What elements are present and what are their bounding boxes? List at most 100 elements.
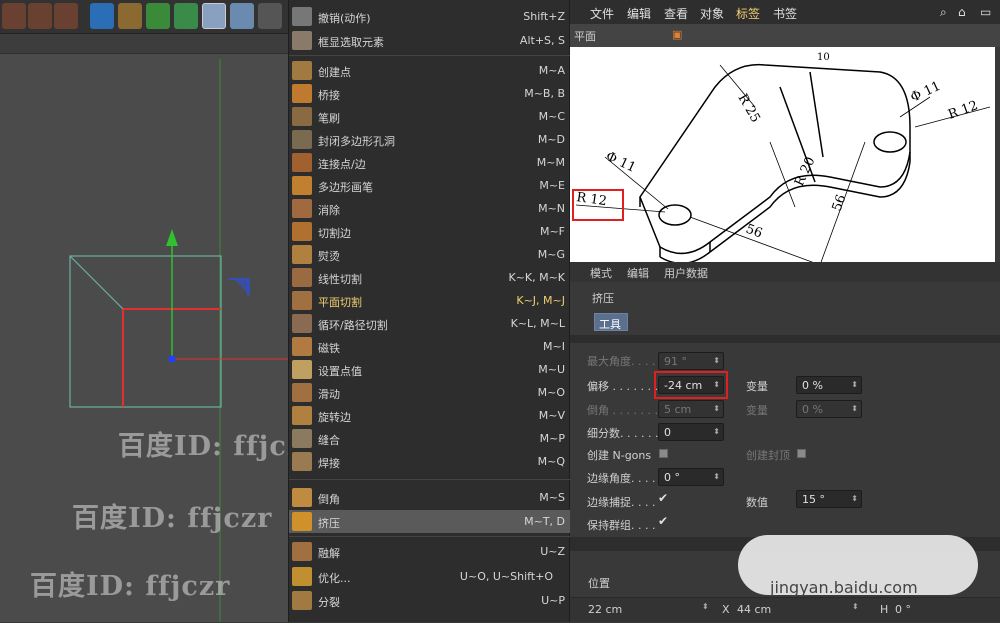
dimension-phi11-left: Φ 11 bbox=[603, 149, 638, 176]
clapper-settings-icon[interactable] bbox=[54, 3, 78, 29]
menu-item-stitch[interactable]: 缝合 M~P bbox=[289, 427, 571, 450]
value-field[interactable]: 15 ° ⬍ bbox=[796, 490, 862, 508]
coordinates-bar: 22 cm ⬍ X 44 cm ⬍ H 0 ° bbox=[570, 597, 1000, 622]
variance2-label: 变量 bbox=[746, 404, 768, 417]
menu-object[interactable]: 对象 bbox=[700, 5, 724, 22]
plane-cut-icon bbox=[292, 291, 312, 310]
menu-separator bbox=[289, 479, 571, 480]
offset-highlight bbox=[654, 371, 728, 399]
x-position-value[interactable]: 22 cm bbox=[588, 603, 622, 623]
edge-angle-label: 边缘角度. . . . bbox=[587, 472, 656, 485]
max-angle-label: 最大角度. . . . bbox=[587, 355, 656, 368]
section-divider bbox=[570, 335, 1000, 343]
clapper-play-icon[interactable] bbox=[28, 3, 52, 29]
clapper-icon[interactable] bbox=[2, 3, 26, 29]
dimension-r25: R 25 bbox=[735, 92, 763, 126]
pen-icon[interactable] bbox=[118, 3, 142, 29]
tab-edit[interactable]: 编辑 bbox=[627, 265, 649, 281]
dimension-r20: R 20 bbox=[792, 155, 818, 189]
menu-tags[interactable]: 标签 bbox=[736, 5, 760, 22]
gear-icon[interactable] bbox=[174, 3, 198, 29]
menu-item-frame-selected[interactable]: 框显选取元素 Alt+S, S bbox=[289, 29, 571, 52]
menu-item-plane-cut[interactable]: 平面切割 K~J, M~J bbox=[289, 289, 571, 312]
menu-item-line-cut[interactable]: 线性切割 K~K, M~K bbox=[289, 266, 571, 289]
menu-item-connect-points-edges[interactable]: 连接点/边 M~M bbox=[289, 151, 571, 174]
menu-item-spin-edge[interactable]: 旋转边 M~V bbox=[289, 404, 571, 427]
3d-viewport[interactable]: 百度ID: ffjczr 百度ID: ffjczr 百度ID: ffjczr bbox=[0, 34, 317, 622]
frame-icon bbox=[292, 31, 312, 50]
loop-cut-icon bbox=[292, 314, 312, 333]
knife-icon bbox=[292, 268, 312, 287]
menu-item-melt[interactable]: 融解 U~Z bbox=[289, 540, 571, 563]
search-icon[interactable]: ⌕ bbox=[940, 5, 947, 20]
menu-item-split[interactable]: 分裂 U~P bbox=[289, 589, 571, 612]
close-hole-icon bbox=[292, 130, 312, 149]
floor-icon[interactable] bbox=[230, 3, 254, 29]
cube-icon[interactable] bbox=[90, 3, 114, 29]
subdivision-icon[interactable] bbox=[146, 3, 170, 29]
checker-icon[interactable]: ▣ bbox=[672, 28, 682, 41]
menu-item-weld[interactable]: 焊接 M~Q bbox=[289, 450, 571, 473]
menu-item-magnet[interactable]: 磁铁 M~I bbox=[289, 335, 571, 358]
menu-item-close-polygon-hole[interactable]: 封闭多边形孔洞 M~D bbox=[289, 128, 571, 151]
menu-edit[interactable]: 编辑 bbox=[627, 5, 651, 22]
home-icon[interactable]: ⌂ bbox=[958, 5, 966, 19]
variance2-field[interactable]: 0 % ⬍ bbox=[796, 400, 862, 418]
tab-tool[interactable]: 工具 bbox=[594, 313, 628, 331]
tab-user-data[interactable]: 用户数据 bbox=[664, 265, 708, 281]
variance-label: 变量 bbox=[746, 380, 768, 393]
optimize-icon bbox=[292, 567, 312, 586]
menu-item-bevel[interactable]: 倒角 M~S bbox=[289, 486, 571, 509]
menu-item-dissolve[interactable]: 消除 M~N bbox=[289, 197, 571, 220]
menu-item-bridge[interactable]: 桥接 M~B, B bbox=[289, 82, 571, 105]
x-axis-label: X bbox=[722, 603, 730, 616]
view-tab-plane[interactable]: 平面 bbox=[574, 28, 596, 44]
menu-item-loop-path-cut[interactable]: 循环/路径切割 K~L, M~L bbox=[289, 312, 571, 335]
preserve-groups-label: 保持群组. . . . bbox=[587, 519, 656, 532]
y-position-value[interactable]: 44 cm bbox=[737, 603, 771, 623]
create-caps-checkbox[interactable] bbox=[797, 449, 806, 458]
variance-field[interactable]: 0 % ⬍ bbox=[796, 376, 862, 394]
iron-icon bbox=[292, 245, 312, 264]
top-toolbar bbox=[0, 0, 288, 34]
watermark: 百度ID: ffjczr bbox=[30, 571, 231, 602]
edge-snap-checkbox[interactable]: ✔ bbox=[658, 491, 668, 505]
subdivision-field[interactable]: 0 ⬍ bbox=[658, 423, 724, 441]
menu-item-extrude[interactable]: 挤压 M~T, D bbox=[289, 510, 571, 533]
menu-item-polygon-pen[interactable]: 多边形画笔 M~E bbox=[289, 174, 571, 197]
menu-view[interactable]: 查看 bbox=[664, 5, 688, 22]
edge-angle-field[interactable]: 0 ° ⬍ bbox=[658, 468, 724, 486]
bevel-field[interactable]: 5 cm ⬍ bbox=[658, 400, 724, 418]
extrude-icon bbox=[292, 512, 312, 531]
menu-item-slide[interactable]: 滑动 M~O bbox=[289, 381, 571, 404]
watermark-site: jingyan.baidu.com bbox=[770, 578, 918, 597]
menu-file[interactable]: 文件 bbox=[590, 5, 614, 22]
menu-item-optimize[interactable]: 优化... U~O, U~Shift+O bbox=[289, 565, 571, 588]
menu-separator bbox=[289, 55, 571, 56]
max-angle-field[interactable]: 91 ° ⬍ bbox=[658, 352, 724, 370]
tab-mode[interactable]: 模式 bbox=[590, 265, 612, 281]
menu-bookmarks[interactable]: 书签 bbox=[773, 5, 797, 22]
menu-item-iron[interactable]: 熨烫 M~G bbox=[289, 243, 571, 266]
h-rotation-value[interactable]: 0 ° bbox=[895, 603, 911, 623]
preserve-groups-checkbox[interactable]: ✔ bbox=[658, 514, 668, 528]
camera-icon[interactable] bbox=[258, 3, 282, 29]
menu-item-set-point-value[interactable]: 设置点值 M~U bbox=[289, 358, 571, 381]
edge-snap-label: 边缘捕捉. . . . bbox=[587, 496, 656, 509]
right-panel: 文件 编辑 查看 对象 标签 书签 ⌕ ⌂ ▭ 平面 ▣ 10 R 25 Φ 1… bbox=[570, 0, 1000, 622]
x-spinner-icon[interactable]: ⬍ bbox=[702, 602, 709, 611]
deformer-icon[interactable] bbox=[202, 3, 226, 29]
weld-icon bbox=[292, 452, 312, 471]
y-spinner-icon[interactable]: ⬍ bbox=[852, 602, 859, 611]
slide-icon bbox=[292, 383, 312, 402]
menu-item-undo-action[interactable]: 撤销(动作) Shift+Z bbox=[289, 5, 571, 28]
menu-item-brush[interactable]: 笔刷 M~C bbox=[289, 105, 571, 128]
create-ngons-checkbox[interactable] bbox=[659, 449, 668, 458]
menu-item-create-point[interactable]: 创建点 M~A bbox=[289, 59, 571, 82]
stitch-icon bbox=[292, 429, 312, 448]
bridge-icon bbox=[292, 84, 312, 103]
window-icon[interactable]: ▭ bbox=[980, 5, 991, 19]
bevel-icon bbox=[292, 488, 312, 507]
spin-edge-icon bbox=[292, 406, 312, 425]
menu-item-edge-cut[interactable]: 切割边 M~F bbox=[289, 220, 571, 243]
